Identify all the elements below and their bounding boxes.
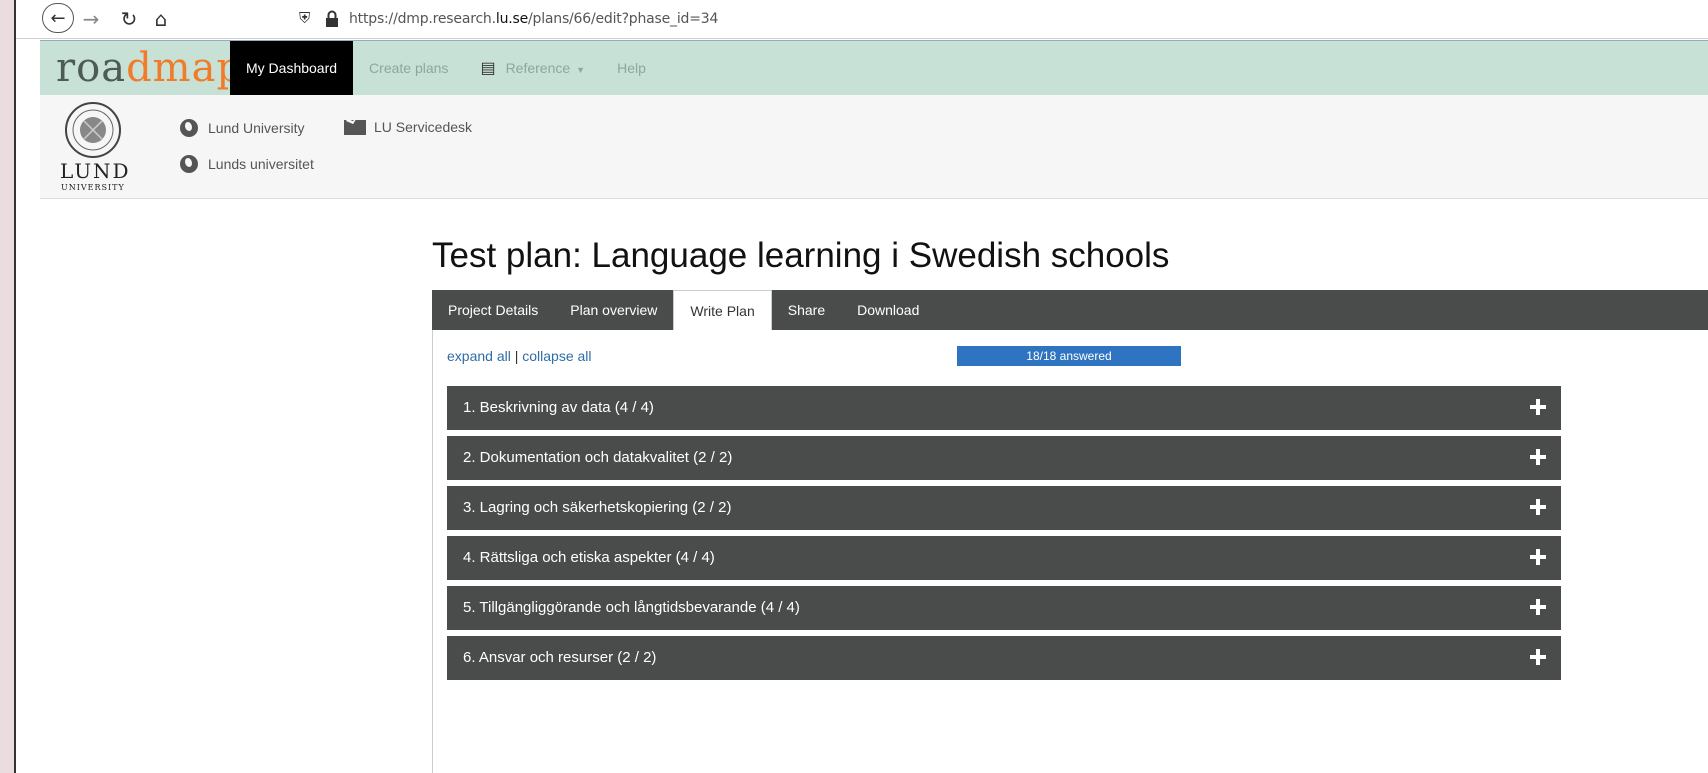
link-lund-university[interactable]: Lund University bbox=[180, 119, 305, 137]
caret-down-icon: ▼ bbox=[576, 65, 586, 75]
progress-bar: 18/18 answered bbox=[957, 346, 1181, 366]
menu-reference-label: Reference bbox=[505, 60, 571, 76]
book-icon: ▤ bbox=[480, 60, 496, 77]
url-domain: lu.se bbox=[495, 11, 528, 27]
section-1[interactable]: 1. Beskrivning av data (4 / 4) bbox=[447, 386, 1561, 430]
plus-icon bbox=[1529, 498, 1547, 516]
link-lunds-universitet-label: Lunds universitet bbox=[208, 156, 314, 172]
section-3[interactable]: 3. Lagring och säkerhetskopiering (2 / 2… bbox=[447, 486, 1561, 530]
tab-download[interactable]: Download bbox=[841, 290, 935, 330]
url-prefix: https://dmp.research. bbox=[349, 11, 496, 27]
tab-write-plan[interactable]: Write Plan bbox=[673, 290, 772, 332]
lund-wordmark: LUND bbox=[60, 159, 131, 183]
expand-collapse-controls: expand all | collapse all bbox=[447, 348, 592, 364]
section-5[interactable]: 5. Tillgängliggörande och långtidsbevara… bbox=[447, 586, 1561, 630]
section-label: 5. Tillgängliggörande och långtidsbevara… bbox=[463, 599, 800, 616]
menu-reference[interactable]: ▤ Reference ▼ bbox=[464, 41, 601, 95]
section-2[interactable]: 2. Dokumentation och datakvalitet (2 / 2… bbox=[447, 436, 1561, 480]
section-label: 4. Rättsliga och etiska aspekter (4 / 4) bbox=[463, 549, 715, 566]
globe-icon bbox=[180, 119, 198, 137]
menu-my-dashboard[interactable]: My Dashboard bbox=[230, 41, 354, 95]
logo-part2: dmap bbox=[126, 45, 244, 91]
globe-icon bbox=[180, 155, 198, 173]
lock-icon[interactable] bbox=[324, 10, 340, 28]
expand-all-link[interactable]: expand all bbox=[447, 348, 511, 364]
plan-tabs: Project Details Plan overview Write Plan… bbox=[432, 290, 1708, 332]
forward-arrow-icon[interactable]: → bbox=[78, 4, 104, 34]
reload-icon[interactable]: ↻ bbox=[116, 4, 142, 34]
main-menu: My Dashboard Create plans ▤ Reference ▼ He… bbox=[230, 41, 662, 95]
section-label: 1. Beskrivning av data (4 / 4) bbox=[463, 399, 654, 416]
write-plan-panel: expand all | collapse all 18/18 answered… bbox=[432, 330, 1708, 773]
plus-icon bbox=[1529, 598, 1547, 616]
logo-part1: roa bbox=[56, 45, 127, 91]
menu-help[interactable]: Help bbox=[601, 41, 662, 95]
plus-icon bbox=[1529, 448, 1547, 466]
section-label: 6. Ansvar och resurser (2 / 2) bbox=[463, 649, 657, 666]
link-lund-university-label: Lund University bbox=[208, 120, 305, 136]
tab-project-details[interactable]: Project Details bbox=[432, 290, 554, 330]
roadmap-logo[interactable]: roadmap bbox=[56, 41, 243, 95]
org-bar: LUND UNIVERSITY Lund University LU Servi… bbox=[40, 95, 1708, 199]
section-4[interactable]: 4. Rättsliga och etiska aspekter (4 / 4) bbox=[447, 536, 1561, 580]
plus-icon bbox=[1529, 548, 1547, 566]
section-label: 2. Dokumentation och datakvalitet (2 / 2… bbox=[463, 449, 733, 466]
page-title: Test plan: Language learning i Swedish s… bbox=[432, 236, 1170, 275]
shield-icon[interactable]: ⛨ bbox=[299, 9, 310, 27]
section-6[interactable]: 6. Ansvar och resurser (2 / 2) bbox=[447, 636, 1561, 680]
link-lu-servicedesk[interactable]: LU Servicedesk bbox=[344, 119, 472, 135]
lund-seal-icon bbox=[65, 102, 121, 158]
browser-window: ← → ↻ ⌂ ⛨ https://dmp.research.lu.se/pla… bbox=[14, 0, 1708, 773]
browser-toolbar: ← → ↻ ⌂ ⛨ https://dmp.research.lu.se/pla… bbox=[16, 0, 1708, 39]
section-label: 3. Lagring och säkerhetskopiering (2 / 2… bbox=[463, 499, 732, 516]
envelope-icon bbox=[344, 119, 366, 135]
plus-icon bbox=[1529, 648, 1547, 666]
link-lunds-universitet[interactable]: Lunds universitet bbox=[180, 155, 314, 173]
collapse-all-link[interactable]: collapse all bbox=[522, 348, 591, 364]
university-wordmark: UNIVERSITY bbox=[61, 183, 125, 192]
back-arrow-icon[interactable]: ← bbox=[42, 3, 74, 33]
url-suffix: /plans/66/edit?phase_id=34 bbox=[528, 11, 719, 27]
app-header: roadmap My Dashboard Create plans ▤ Refer… bbox=[40, 40, 1708, 96]
menu-create-plans[interactable]: Create plans bbox=[353, 41, 464, 95]
link-lu-servicedesk-label: LU Servicedesk bbox=[374, 119, 473, 135]
plus-icon bbox=[1529, 398, 1547, 416]
address-bar[interactable]: https://dmp.research.lu.se/plans/66/edit… bbox=[349, 11, 718, 27]
home-icon[interactable]: ⌂ bbox=[148, 4, 174, 34]
tab-share[interactable]: Share bbox=[772, 290, 841, 330]
tab-plan-overview[interactable]: Plan overview bbox=[554, 290, 673, 330]
separator: | bbox=[514, 348, 519, 364]
